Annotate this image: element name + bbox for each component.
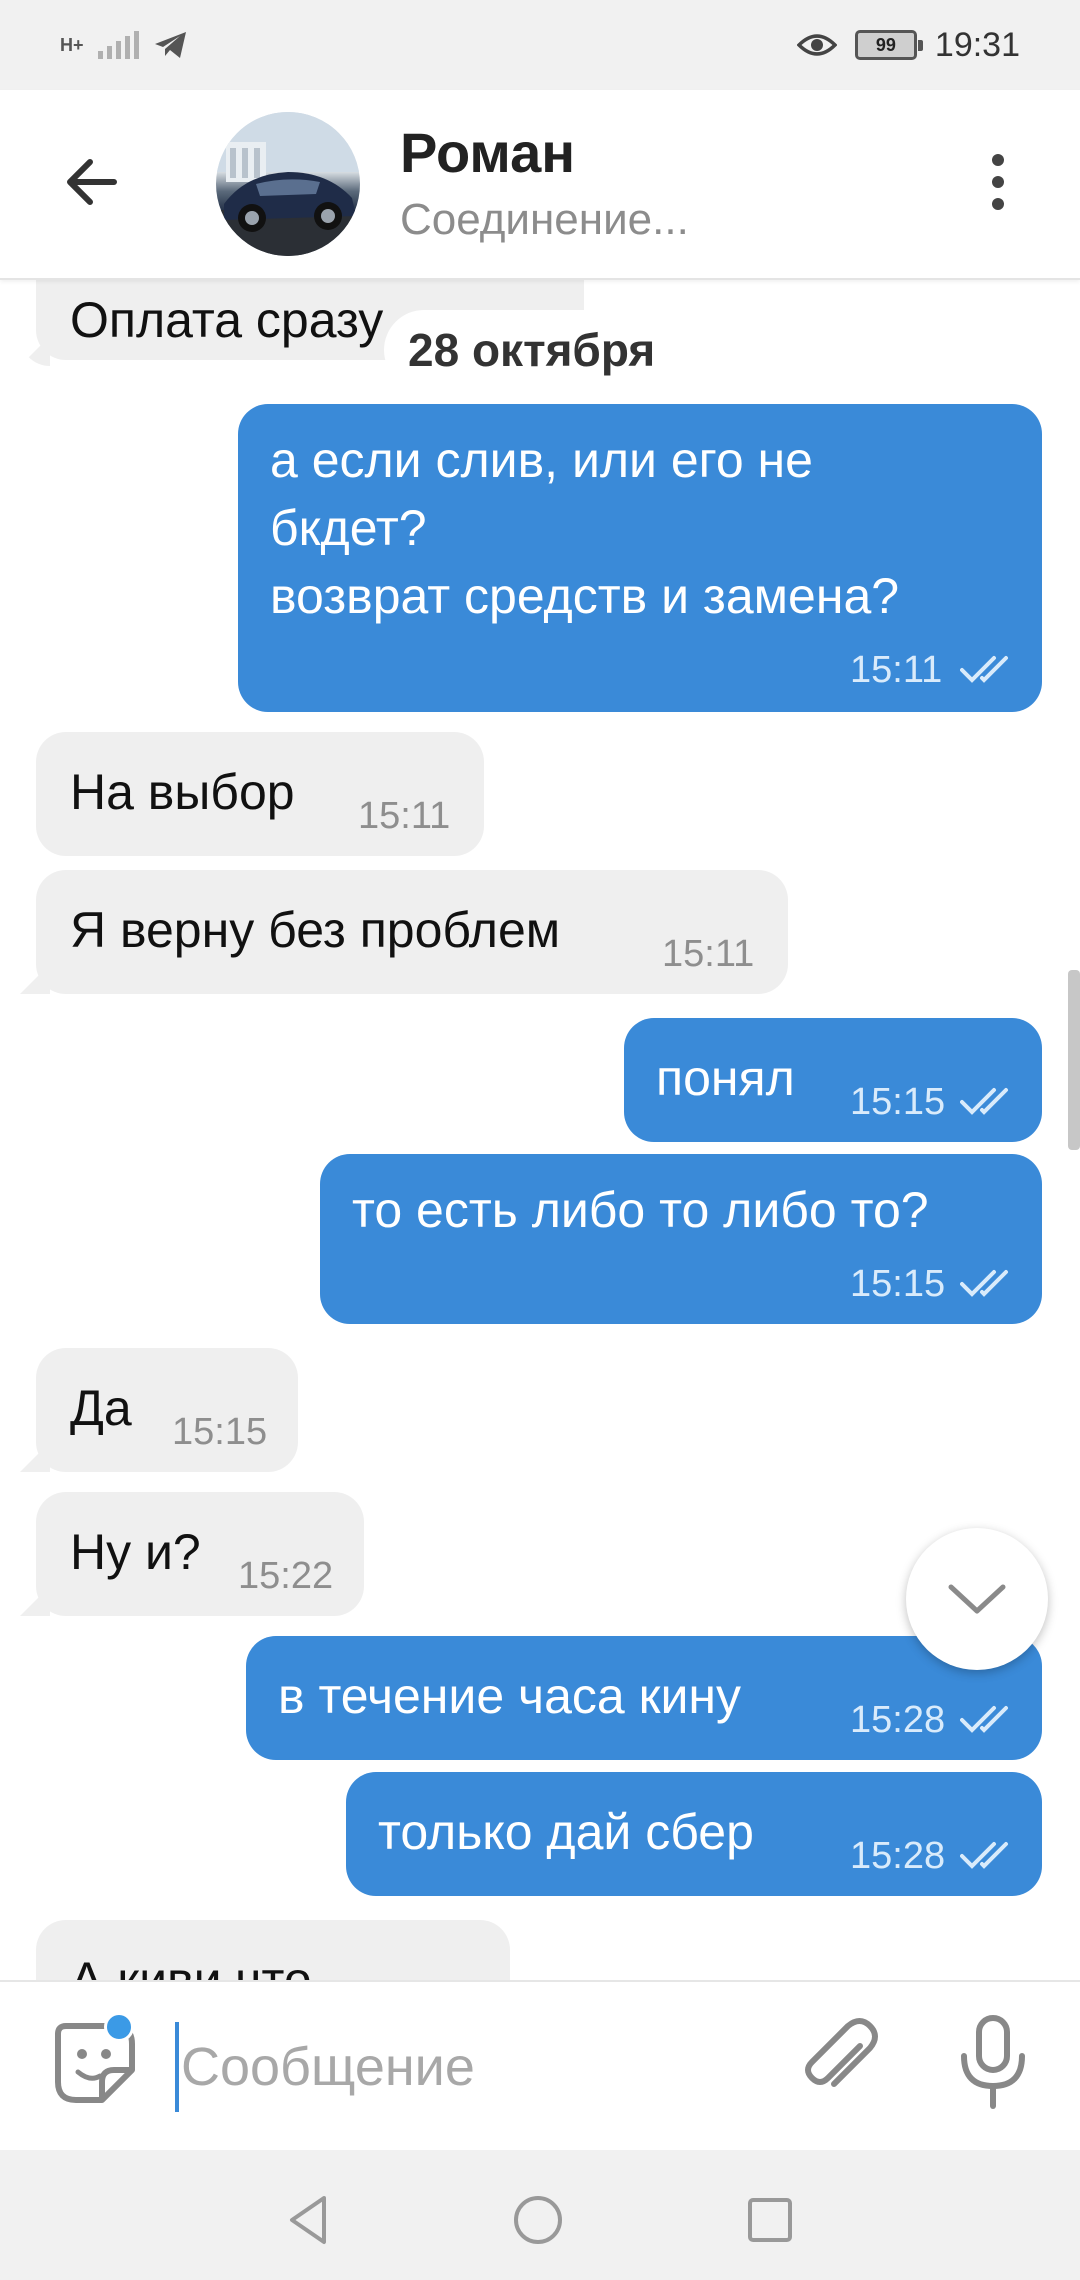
back-button[interactable] [60,150,124,214]
eye-icon [796,34,837,56]
message-bubble-incoming[interactable]: Да 15:15 [36,1348,298,1472]
more-vertical-icon [992,154,1004,166]
message-bubble-outgoing[interactable]: то есть либо то либо то? 15:15 [320,1154,1042,1324]
message-time: 15:28 [850,1699,946,1741]
message-text: то есть либо то либо то? [352,1182,929,1238]
signal-icon [97,31,139,59]
avatar-image [216,112,360,256]
scroll-to-bottom-button[interactable] [906,1528,1048,1670]
nav-home-button[interactable] [508,2190,568,2250]
circle-home-icon [514,2196,562,2244]
message-time: 15:11 [850,649,943,691]
double-check-icon [960,1706,1008,1733]
arrow-left-icon [67,159,117,205]
message-text: только дай сбер [378,1804,754,1860]
bubble-tail [20,1442,50,1472]
message-composer [0,1980,1080,2150]
message-time: 15:11 [358,795,451,837]
double-check-icon [960,1842,1008,1869]
message-bubble-outgoing[interactable]: в течение часа кину 15:28 [246,1636,1042,1760]
message-text: А киви что [70,1952,312,1980]
message-bubble-outgoing[interactable]: а если слив, или его не бкдет? возврат с… [238,404,1042,712]
bubble-tail [20,336,50,366]
message-time: 15:15 [172,1411,268,1453]
microphone-icon [961,2015,1025,2109]
microphone-button[interactable] [950,2012,1036,2112]
status-right: 99 19:31 [796,25,1020,65]
network-type-label: H+ [60,35,84,55]
message-bubble-incoming[interactable]: А киви что [36,1920,510,1980]
message-bubble-incoming[interactable]: На выбор 15:11 [36,732,484,856]
message-bubble-incoming[interactable]: Я верну без проблем 15:11 [36,870,788,994]
new-stickers-indicator [104,2012,134,2042]
system-nav-bar [0,2150,1080,2280]
square-recents-icon [748,2198,792,2242]
clock: 19:31 [934,25,1020,64]
message-text: Оплата сразу [70,292,384,348]
nav-back-button[interactable] [280,2190,340,2250]
paperclip-icon [805,2018,878,2087]
battery-level: 99 [875,34,896,55]
message-bubble-incoming[interactable]: Ну и? 15:22 [36,1492,364,1616]
nav-recents-button[interactable] [740,2190,800,2250]
status-bar: H+ 99 19:31 [0,0,1080,90]
message-list[interactable]: Оплата сразу 28 октября а если слив, или… [0,280,1080,1980]
chat-header: Роман Соединение... [0,90,1080,280]
triangle-back-icon [290,2196,326,2244]
battery-icon: 99 [854,30,923,60]
avatar[interactable] [216,112,360,256]
double-check-icon [960,1088,1008,1115]
message-text: Я верну без проблем [70,902,561,958]
message-bubble-outgoing[interactable]: понял 15:15 [624,1018,1042,1142]
message-time: 15:22 [238,1555,334,1597]
message-text: в течение часа кину [278,1668,742,1724]
message-text: Да [70,1380,132,1436]
message-input[interactable] [175,2022,735,2112]
double-check-icon [960,656,1008,683]
message-time: 15:15 [850,1081,946,1123]
message-time: 15:11 [662,933,755,975]
message-text: а если слив, или его не бкдет? возврат с… [270,432,900,624]
connection-status: Соединение... [400,195,689,244]
more-options-button[interactable] [966,150,1030,214]
status-left: H+ [60,30,189,60]
message-text: На выбор [70,764,295,820]
contact-name[interactable]: Роман [400,120,575,185]
bubble-tail [20,1586,50,1616]
bubble-tail [20,964,50,994]
message-time: 15:28 [850,1835,946,1877]
chevron-down-icon [948,1584,1006,1614]
message-time: 15:15 [850,1263,946,1305]
message-bubble-outgoing[interactable]: только дай сбер 15:28 [346,1772,1042,1896]
attach-button[interactable] [790,2012,890,2112]
date-separator: 28 октября [384,310,680,390]
message-text: понял [656,1050,795,1106]
telegram-icon [154,32,186,58]
scrollbar[interactable] [1068,970,1080,1150]
double-check-icon [960,1270,1008,1297]
message-text: Ну и? [70,1524,201,1580]
